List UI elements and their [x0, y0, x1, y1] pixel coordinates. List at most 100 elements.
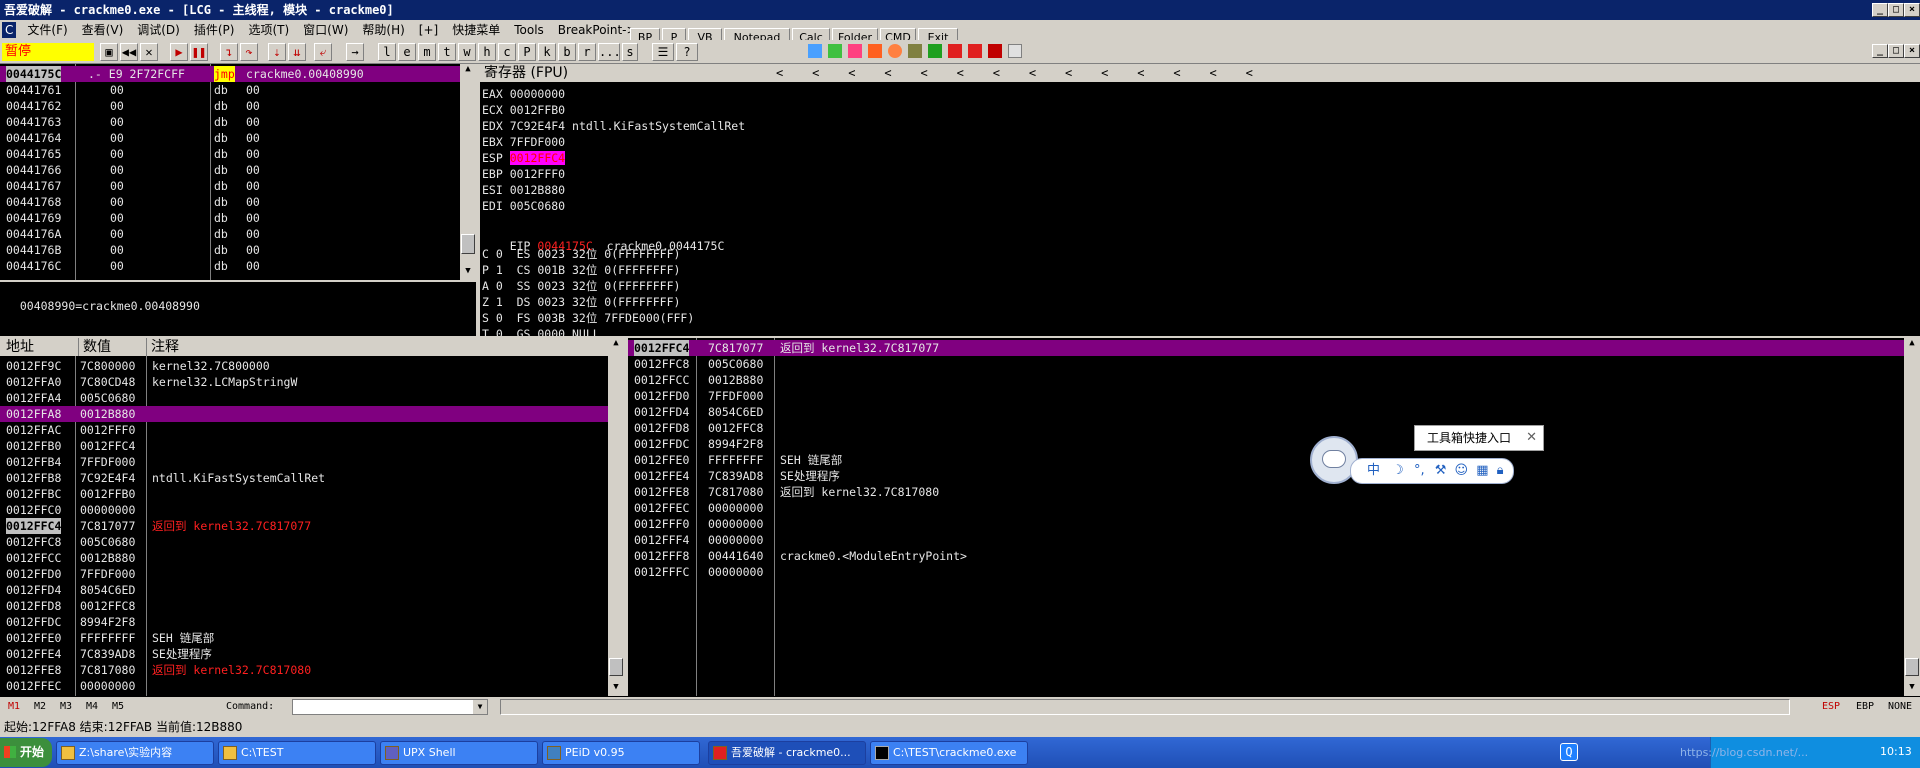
stack-scrollbar[interactable]: ▲ ▼: [1904, 338, 1920, 696]
open-icon[interactable]: ▣: [100, 43, 118, 61]
stack-row[interactable]: 0012FFE4 7C839AD8 SE处理程序: [628, 468, 1904, 484]
close-button[interactable]: ×: [1904, 3, 1920, 17]
stack-row[interactable]: 0012FFFC 00000000: [628, 564, 1904, 580]
plugin-table-icon[interactable]: [928, 44, 942, 58]
dump-row[interactable]: 0012FFAC 0012FFF0: [0, 422, 608, 438]
command-dropdown-icon[interactable]: ▼: [473, 700, 487, 714]
disasm-row[interactable]: 00441768 00 db 00: [0, 194, 460, 210]
stack-row[interactable]: 0012FFC4 7C817077 返回到 kernel32.7C817077: [628, 340, 1904, 356]
dump-row[interactable]: 0012FFB4 7FFDF000: [0, 454, 608, 470]
register-ebp[interactable]: EBP 0012FFF0: [482, 166, 745, 182]
stack-row[interactable]: 0012FFD8 0012FFC8: [628, 420, 1904, 436]
wrench-icon[interactable]: ⚒: [1435, 463, 1447, 478]
task-share-folder[interactable]: Z:\share\实验内容: [56, 741, 214, 765]
dump-scrollbar[interactable]: ▲ ▼: [608, 338, 624, 696]
lock-icon[interactable]: 🔒︎: [1497, 463, 1504, 478]
plugin-green-icon[interactable]: [828, 44, 842, 58]
dump-row[interactable]: 0012FFE4 7C839AD8 SE处理程序: [0, 646, 608, 662]
dump-row[interactable]: 0012FFC0 00000000: [0, 502, 608, 518]
trace-into-icon[interactable]: ⇣: [268, 43, 286, 61]
flag-row[interactable]: Z 1 DS 0023 32位 0(FFFFFFFF): [482, 294, 694, 310]
close-file-icon[interactable]: ✕: [140, 43, 158, 61]
stack-panel[interactable]: 0012FFC4 7C817077 返回到 kernel32.7C817077 001…: [628, 336, 1920, 696]
dump-row[interactable]: 0012FFD8 0012FFC8: [0, 598, 608, 614]
restart-icon[interactable]: ◀◀: [120, 43, 138, 61]
trace-over-icon[interactable]: ⇊: [288, 43, 306, 61]
task-peid[interactable]: PEiD v0.95: [542, 741, 700, 765]
dump-row[interactable]: 0012FFA8 0012B880: [0, 406, 608, 422]
dump-row[interactable]: 0012FFB0 0012FFC4: [0, 438, 608, 454]
follow-esp[interactable]: ESP: [1822, 697, 1840, 717]
search-tray-icon[interactable]: Q: [1560, 743, 1578, 761]
mark-m3[interactable]: M3: [60, 697, 72, 717]
task-debugger[interactable]: 吾爱破解 - crackme0...: [708, 741, 866, 765]
minimize-button[interactable]: _: [1872, 3, 1888, 17]
disasm-row[interactable]: 00441762 00 db 00: [0, 98, 460, 114]
flag-row[interactable]: T 0 GS 0000 NULL: [482, 326, 694, 336]
register-edi[interactable]: EDI 005C0680: [482, 198, 745, 214]
step-over-icon[interactable]: ↷: [240, 43, 258, 61]
toolbar-h-button[interactable]: h: [478, 43, 496, 61]
task-crackme-console[interactable]: C:\TEST\crackme0.exe: [870, 741, 1028, 765]
register-arrows[interactable]: < < < < < < < < < < < < < <: [776, 64, 1253, 82]
task-upx-shell[interactable]: UPX Shell: [380, 741, 538, 765]
command-input[interactable]: ▼: [292, 699, 488, 715]
menu-options[interactable]: 选项(T): [241, 20, 296, 40]
step-into-icon[interactable]: ↴: [220, 43, 238, 61]
disasm-row[interactable]: 0044176B 00 db 00: [0, 242, 460, 258]
pause-icon[interactable]: ❚❚: [190, 43, 208, 61]
dump-row[interactable]: 0012FFA0 7C80CD48 kernel32.LCMapStringW: [0, 374, 608, 390]
mark-m5[interactable]: M5: [112, 697, 124, 717]
stack-row[interactable]: 0012FFEC 00000000: [628, 500, 1904, 516]
toolbar-e-button[interactable]: e: [398, 43, 416, 61]
dump-row[interactable]: 0012FFBC 0012FFB0: [0, 486, 608, 502]
dump-row[interactable]: 0012FFC4 7C817077 返回到 kernel32.7C817077: [0, 518, 608, 534]
smile-icon[interactable]: ☺: [1455, 463, 1469, 478]
toolbar-m-button[interactable]: m: [418, 43, 436, 61]
toolbar-more-button[interactable]: ...: [598, 43, 621, 61]
flag-row[interactable]: S 0 FS 003B 32位 7FFDE000(FFF): [482, 310, 694, 326]
follow-none[interactable]: NONE: [1888, 697, 1912, 717]
stack-row[interactable]: 0012FFF0 00000000: [628, 516, 1904, 532]
register-edx[interactable]: EDX 7C92E4F4 ntdll.KiFastSystemCallRet: [482, 118, 745, 134]
disasm-row[interactable]: 00441766 00 db 00: [0, 162, 460, 178]
menu-window[interactable]: 窗口(W): [296, 20, 355, 40]
mark-m2[interactable]: M2: [34, 697, 46, 717]
registers-panel[interactable]: 寄存器 (FPU) < < < < < < < < < < < < < < EA…: [480, 64, 1920, 336]
dump-row[interactable]: 0012FF9C 7C800000 kernel32.7C800000: [0, 358, 608, 374]
dump-row[interactable]: 0012FFB8 7C92E4F4 ntdll.KiFastSystemCallRe…: [0, 470, 608, 486]
moon-icon[interactable]: ☽: [1392, 463, 1404, 478]
child-restore-button[interactable]: □: [1888, 44, 1904, 58]
stack-row[interactable]: 0012FFCC 0012B880: [628, 372, 1904, 388]
plugin-red3-icon[interactable]: [988, 44, 1002, 58]
register-eax[interactable]: EAX 00000000: [482, 86, 745, 102]
dump-row[interactable]: 0012FFE0 FFFFFFFF SEH 链尾部: [0, 630, 608, 646]
menu-shortcut[interactable]: 快捷菜单: [445, 20, 507, 40]
stack-row[interactable]: 0012FFDC 8994F2F8: [628, 436, 1904, 452]
execute-till-return-icon[interactable]: ⤶: [314, 43, 332, 61]
menu-expand[interactable]: [+]: [412, 20, 445, 40]
toolbar-l-button[interactable]: l: [378, 43, 396, 61]
dump-row[interactable]: 0012FFD0 7FFDF000: [0, 566, 608, 582]
stack-row[interactable]: 0012FFD4 8054C6ED: [628, 404, 1904, 420]
stack-row[interactable]: 0012FFF8 00441640 crackme0.<ModuleEntryPoi…: [628, 548, 1904, 564]
toolbar-s-button[interactable]: s: [622, 43, 638, 61]
plugin-target-icon[interactable]: [888, 44, 902, 58]
toolbar-w-button[interactable]: w: [458, 43, 476, 61]
disasm-row[interactable]: 0044175C .- E9 2F72FCFF jmp crackme0.004089…: [0, 66, 460, 82]
mark-m1[interactable]: M1: [8, 697, 20, 717]
register-ecx[interactable]: ECX 0012FFB0: [482, 102, 745, 118]
dump-col-comment[interactable]: 注释: [146, 338, 179, 356]
tooltip-close-icon[interactable]: ✕: [1526, 426, 1537, 450]
stack-row[interactable]: 0012FFC8 005C0680: [628, 356, 1904, 372]
disasm-row[interactable]: 0044176C 00 db 00: [0, 258, 460, 274]
goto-icon[interactable]: →: [346, 43, 364, 61]
run-icon[interactable]: ▶: [170, 43, 188, 61]
maximize-button[interactable]: □: [1888, 3, 1904, 17]
help-icon[interactable]: ?: [676, 43, 698, 61]
register-esi[interactable]: ESI 0012B880: [482, 182, 745, 198]
disasm-row[interactable]: 00441767 00 db 00: [0, 178, 460, 194]
disasm-row[interactable]: 00441769 00 db 00: [0, 210, 460, 226]
dump-row[interactable]: 0012FFA4 005C0680: [0, 390, 608, 406]
disasm-row[interactable]: 00441763 00 db 00: [0, 114, 460, 130]
